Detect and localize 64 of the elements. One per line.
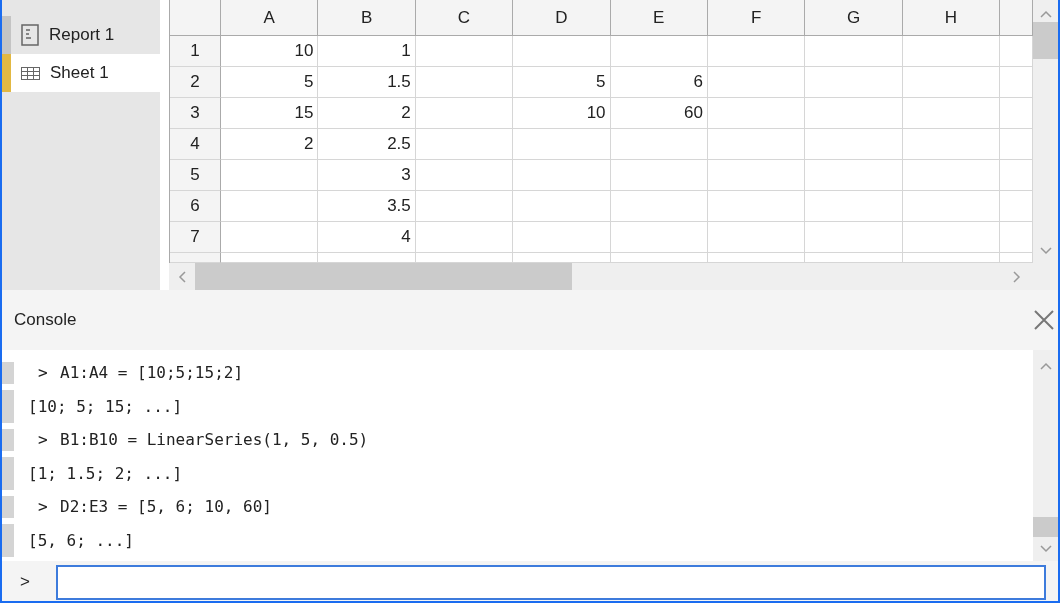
console-output: [10; 5; 15; ...] <box>28 396 183 416</box>
tab-marker <box>2 54 11 92</box>
table-cell: 6 <box>610 67 708 98</box>
column-header[interactable]: E <box>610 0 708 36</box>
console-input-field[interactable] <box>55 564 1046 600</box>
table-cell: 10 <box>513 98 611 129</box>
table-cell: 3.5 <box>318 191 416 222</box>
row-header[interactable]: 6 <box>170 191 221 222</box>
chevron-down-icon[interactable] <box>1039 545 1052 553</box>
console-command: D2:E3 = [5, 6; 10, 60] <box>60 497 272 517</box>
column-header[interactable]: D <box>513 0 611 36</box>
table-cell: 2 <box>221 129 319 160</box>
column-header[interactable] <box>1000 0 1033 36</box>
table-cell: 2.5 <box>318 129 416 160</box>
console-title: Console <box>14 310 77 330</box>
column-header[interactable]: H <box>902 0 1001 36</box>
column-header[interactable]: B <box>318 0 416 36</box>
table-cell: 5 <box>513 67 611 98</box>
row-header[interactable]: 3 <box>170 98 221 129</box>
table-cell: 1.5 <box>318 67 416 98</box>
chevron-left-icon[interactable] <box>178 270 186 283</box>
table-cell: 2 <box>318 98 416 129</box>
document-icon <box>21 24 39 46</box>
scrollbar-thumb[interactable] <box>1033 22 1058 59</box>
console-command: B1:B10 = LinearSeries(1, 5, 0.5) <box>60 430 369 450</box>
horizontal-scrollbar[interactable] <box>169 263 1058 290</box>
column-header[interactable]: A <box>221 0 319 36</box>
console-command: A1:A4 = [10;5;15;2] <box>60 363 244 383</box>
table-cell: 10 <box>221 36 319 67</box>
row-header[interactable]: 4 <box>170 129 221 160</box>
prompt-symbol: > <box>37 430 49 450</box>
tab-marker <box>2 16 11 54</box>
scrollbar-thumb[interactable] <box>195 263 572 290</box>
table-cell: 1 <box>318 36 416 67</box>
chevron-right-icon[interactable] <box>1013 270 1021 283</box>
scrollbar-thumb[interactable] <box>1033 517 1058 537</box>
column-header[interactable]: F <box>707 0 806 36</box>
grid-icon <box>21 66 40 80</box>
column-header[interactable]: G <box>805 0 903 36</box>
row-header[interactable]: 5 <box>170 160 221 191</box>
row-header[interactable]: 2 <box>170 67 221 98</box>
table-cell: 60 <box>610 98 708 129</box>
chevron-up-icon[interactable] <box>1039 362 1052 370</box>
corner-cell[interactable] <box>170 0 221 36</box>
console-scrollbar[interactable] <box>1033 350 1058 561</box>
chevron-down-icon[interactable] <box>1039 247 1052 255</box>
table-cell: 5 <box>221 67 319 98</box>
sidebar-tab[interactable]: Sheet 1 <box>2 54 160 92</box>
close-icon <box>1034 310 1054 330</box>
chevron-up-icon[interactable] <box>1039 10 1052 18</box>
console-output: [1; 1.5; 2; ...] <box>28 463 183 483</box>
row-header[interactable]: 7 <box>170 222 221 253</box>
row-header[interactable]: 1 <box>170 36 221 67</box>
vertical-scrollbar[interactable] <box>1033 0 1058 263</box>
prompt-symbol: > <box>20 572 30 592</box>
close-button[interactable] <box>1034 310 1054 330</box>
table-cell: 3 <box>318 160 416 191</box>
column-header[interactable]: C <box>415 0 514 36</box>
prompt-symbol: > <box>37 363 49 383</box>
console-output: [5, 6; ...] <box>28 530 134 550</box>
prompt-symbol: > <box>37 497 49 517</box>
row-header[interactable] <box>170 253 221 263</box>
table-cell: 15 <box>221 98 319 129</box>
table-cell: 4 <box>318 222 416 253</box>
